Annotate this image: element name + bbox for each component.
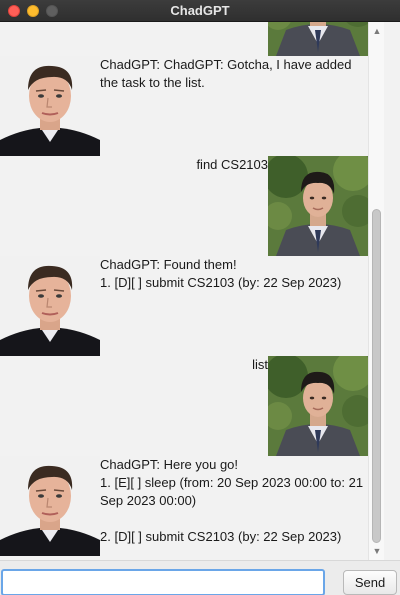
- user-avatar: [268, 22, 368, 56]
- bot-message-text: ChadGPT: Here you go! 1. [E][ ] sleep (f…: [100, 457, 364, 544]
- scroll-thumb[interactable]: [372, 209, 381, 543]
- user-avatar: [268, 356, 368, 456]
- user-message: find CS2103: [0, 156, 368, 256]
- app-window: ChadGPT ChadGPT: ChadGPT: Gotcha, I have…: [0, 0, 400, 595]
- user-message: list: [0, 356, 368, 456]
- scroll-up-icon[interactable]: ▲: [369, 24, 385, 38]
- bot-avatar: [0, 56, 100, 156]
- chat-scroll-pane[interactable]: ChadGPT: ChadGPT: Gotcha, I have added t…: [0, 22, 368, 560]
- bot-message-text: ChadGPT: ChadGPT: Gotcha, I have added t…: [100, 57, 356, 90]
- bot-message-text: ChadGPT: Found them! 1. [D][ ] submit CS…: [100, 257, 342, 290]
- bot-message: ChadGPT: ChadGPT: Gotcha, I have added t…: [0, 56, 368, 156]
- message-input[interactable]: [1, 569, 325, 595]
- scroll-down-icon[interactable]: ▼: [369, 544, 385, 558]
- user-message-text: list: [252, 357, 268, 372]
- send-button[interactable]: Send: [343, 570, 397, 595]
- vertical-scrollbar[interactable]: ▲ ▼: [368, 22, 384, 560]
- user-avatar: [268, 156, 368, 256]
- input-bar: Send: [0, 560, 400, 595]
- bot-message: ChadGPT: Found them! 1. [D][ ] submit CS…: [0, 256, 368, 356]
- window-title: ChadGPT: [170, 3, 230, 18]
- bot-avatar: [0, 256, 100, 356]
- bot-avatar: [0, 456, 100, 556]
- user-message-text: find CS2103: [196, 157, 268, 172]
- title-bar: ChadGPT: [0, 0, 400, 22]
- bot-message: ChadGPT: Here you go! 1. [E][ ] sleep (f…: [0, 456, 368, 556]
- user-message: [0, 22, 368, 56]
